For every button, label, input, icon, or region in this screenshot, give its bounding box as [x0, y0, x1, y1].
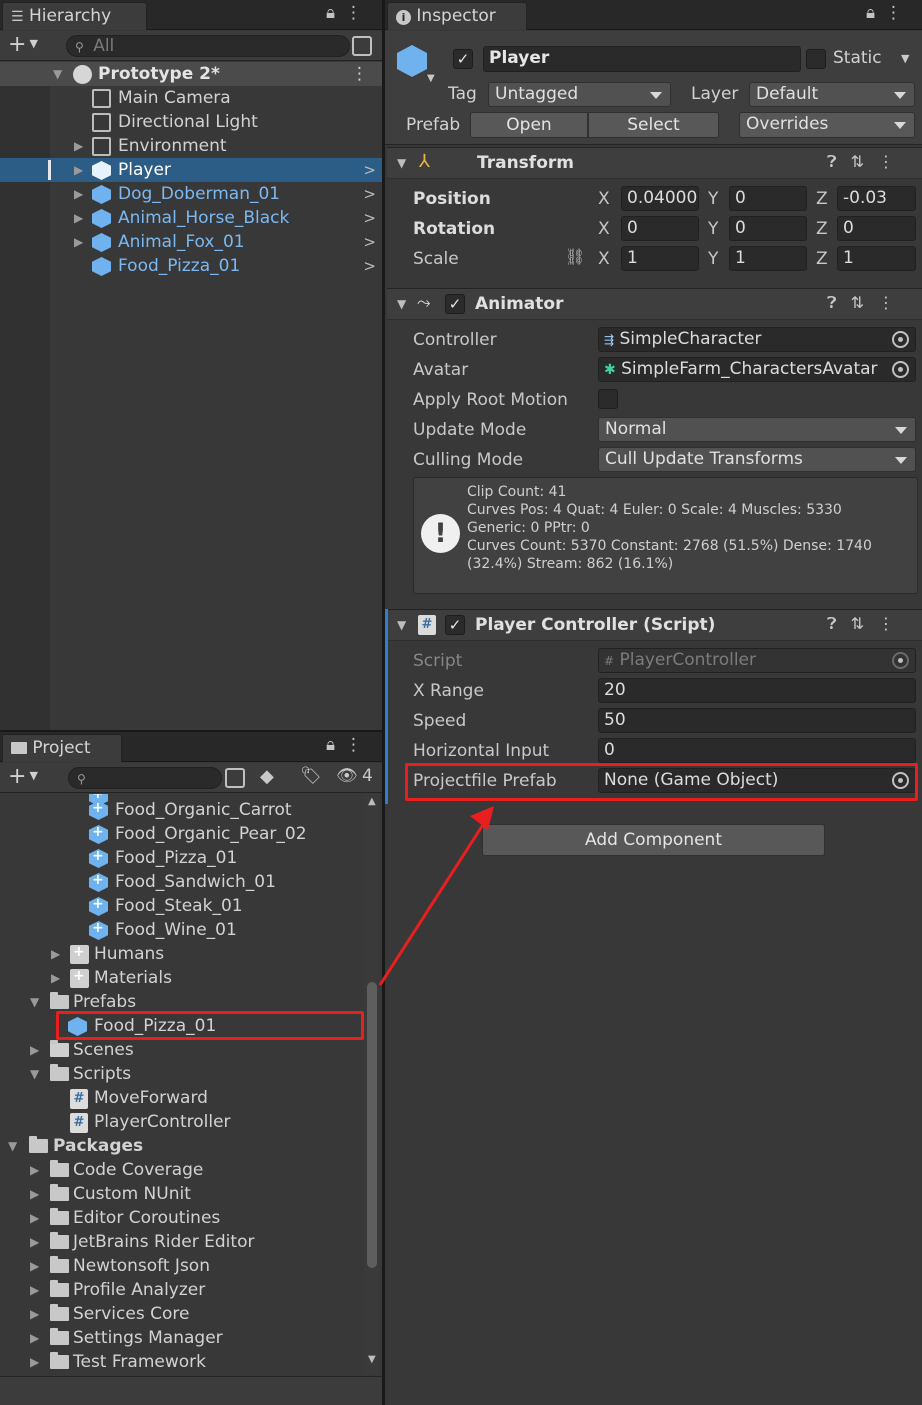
annotation-arrow: [378, 806, 494, 986]
annotation-arrow-line: [378, 819, 488, 986]
